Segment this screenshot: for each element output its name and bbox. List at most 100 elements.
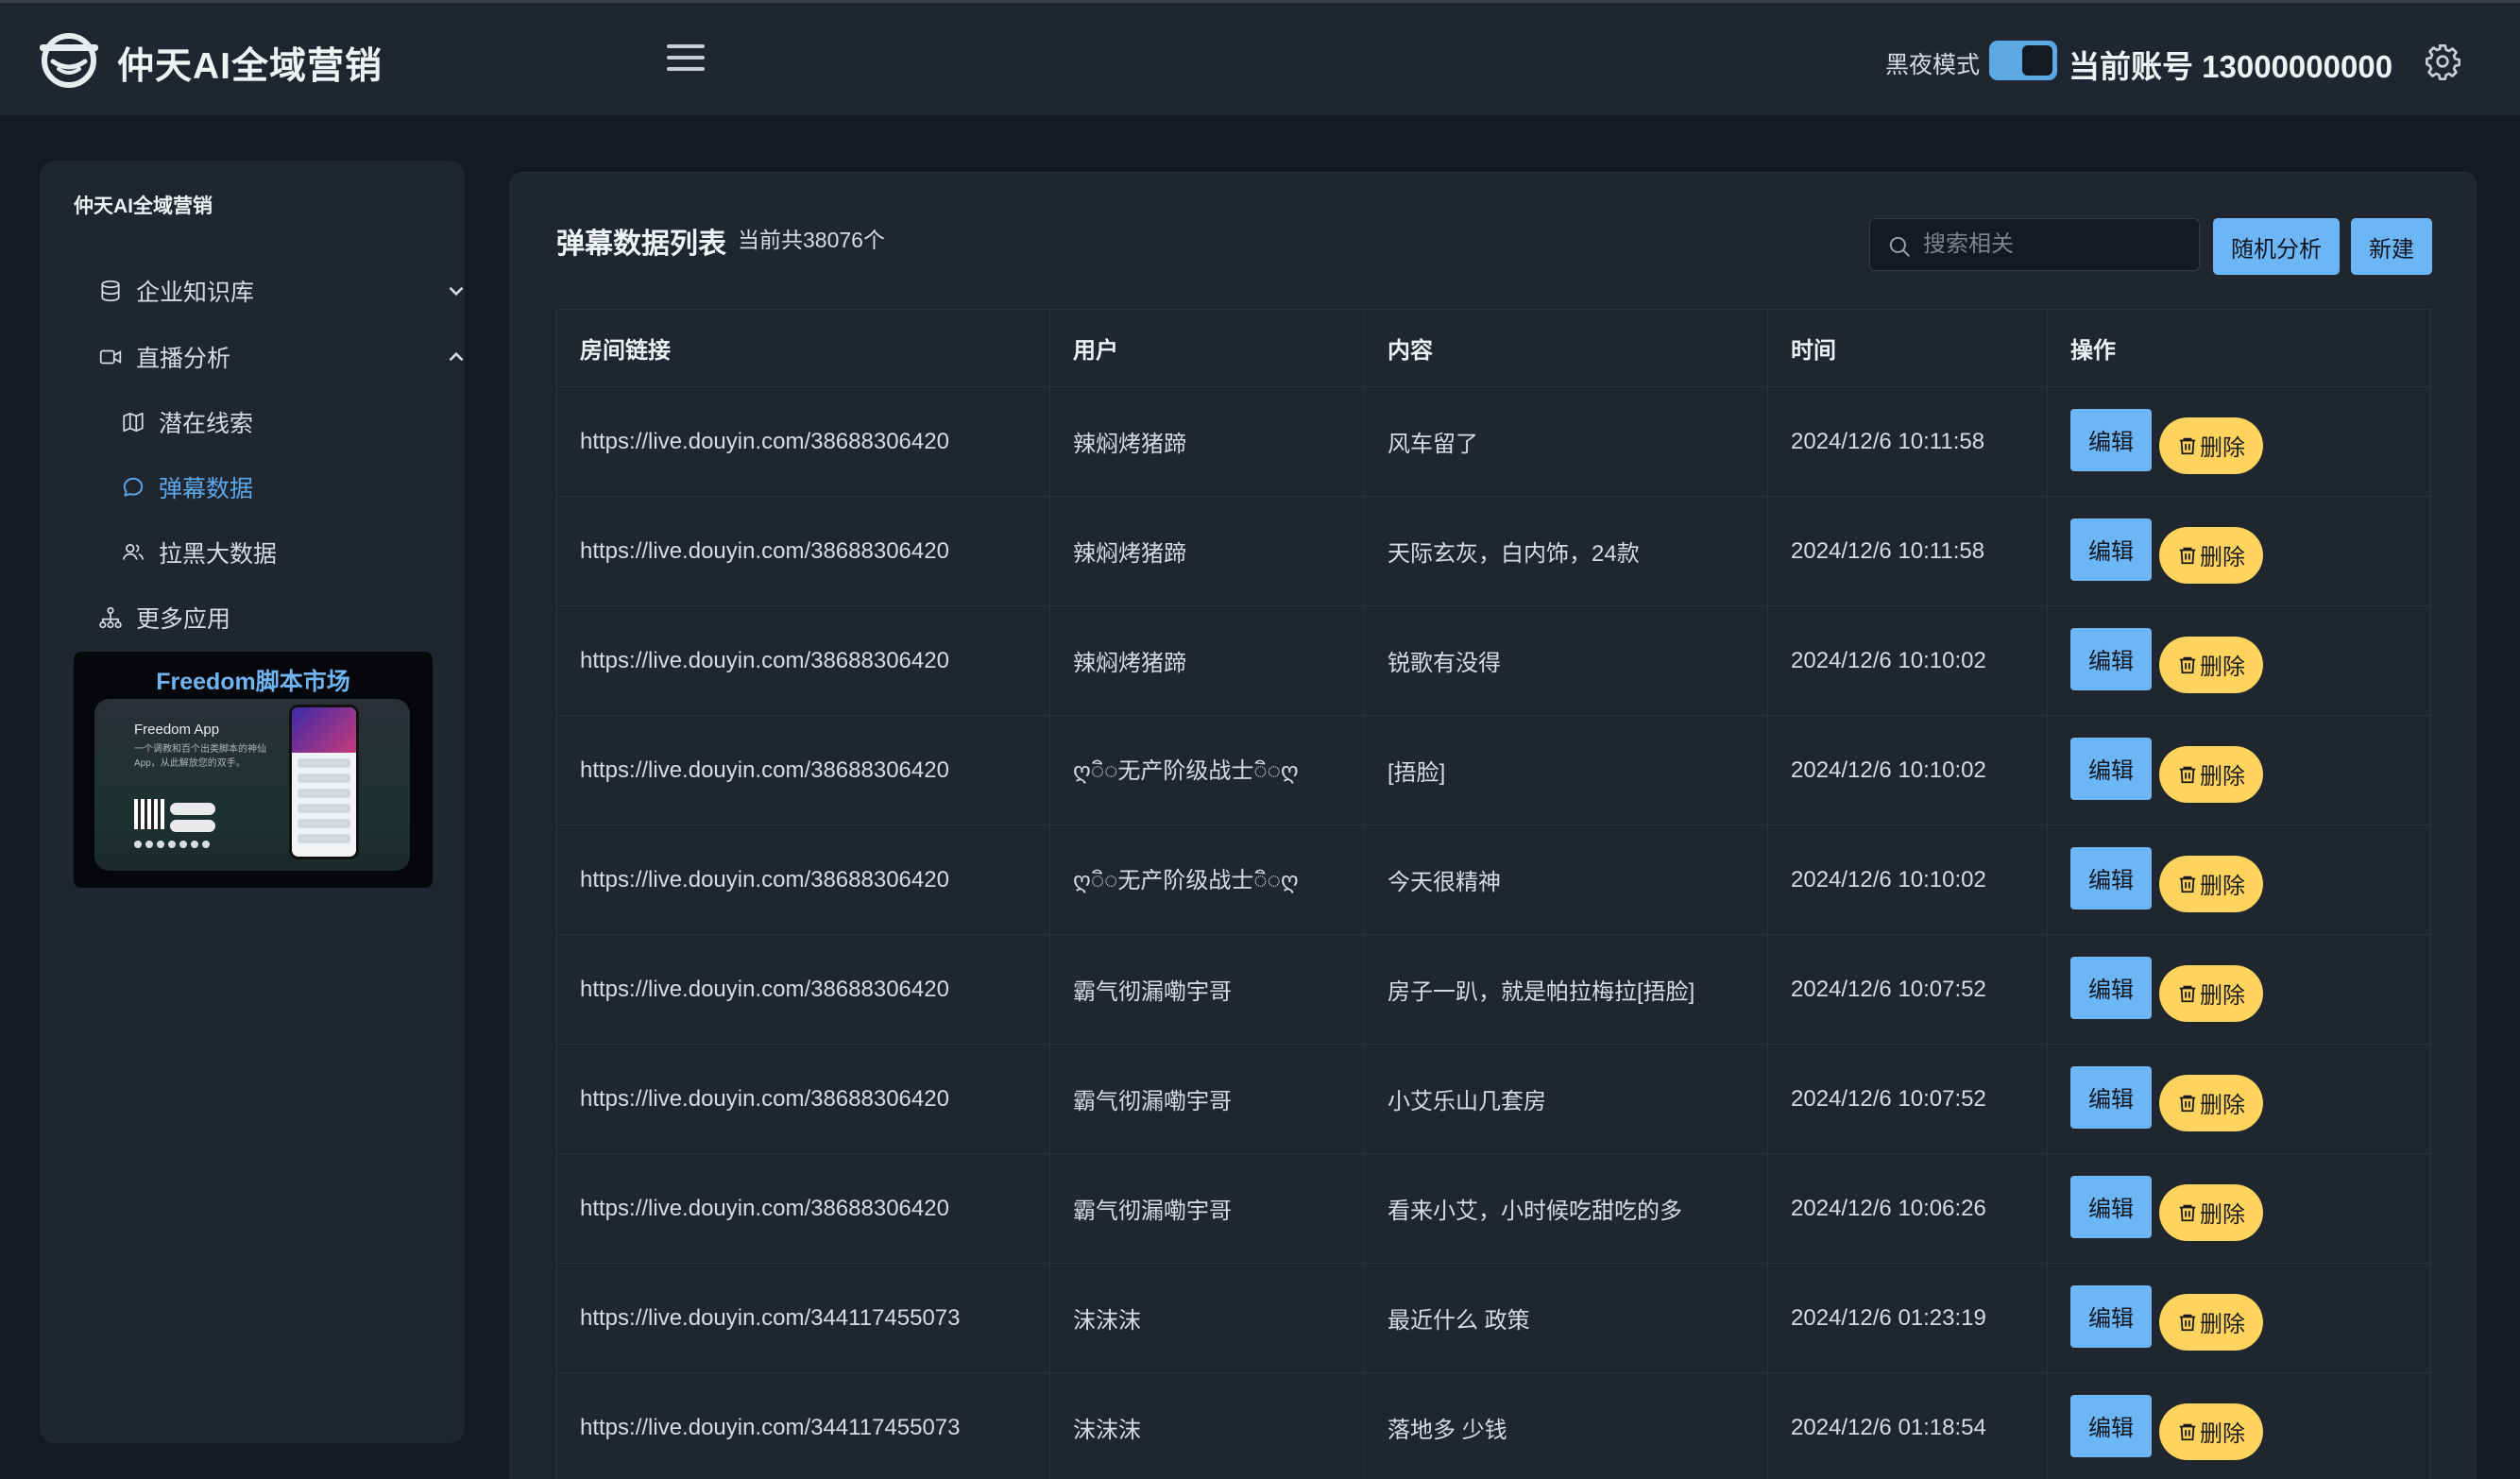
table-row: https://live.douyin.com/38688306420 辣焖烤猪蹄…	[556, 605, 2431, 716]
table-row: https://live.douyin.com/38688306420 ღ◌ิ◌无…	[556, 824, 2431, 935]
room-link-cell: https://live.douyin.com/38688306420	[556, 1153, 1050, 1264]
sidebar-item-knowledge-base[interactable]: 企业知识库	[98, 264, 464, 317]
edit-button[interactable]: 编辑	[2070, 1284, 2152, 1348]
user-cell: 辣焖烤猪蹄	[1049, 496, 1365, 606]
room-link-cell: https://live.douyin.com/38688306420	[556, 386, 1050, 497]
promo-app-name: Freedom App	[134, 722, 220, 738]
user-cell: 辣焖烤猪蹄	[1049, 386, 1365, 497]
delete-button[interactable]: 删除	[2159, 745, 2263, 803]
video-icon	[99, 349, 122, 365]
delete-button[interactable]: 删除	[2159, 636, 2263, 693]
sidebar-item-label: 拉黑大数据	[159, 541, 278, 568]
content-cell: 落地多 少钱	[1364, 1372, 1768, 1479]
trash-icon	[2179, 1423, 2196, 1440]
trash-icon	[2179, 1095, 2196, 1112]
table-row: https://live.douyin.com/344117455073 沫沫沫最…	[556, 1263, 2431, 1373]
delete-button[interactable]: 删除	[2159, 1293, 2263, 1351]
edit-button[interactable]: 编辑	[2070, 408, 2152, 471]
app-title: 仲天AI全域营销	[117, 46, 383, 87]
time-cell: 2024/12/6 10:10:02	[1767, 715, 2048, 825]
room-link-cell: https://live.douyin.com/38688306420	[556, 496, 1050, 606]
delete-label: 删除	[2200, 874, 2245, 899]
sidebar: 仲天AI全域营销 企业知识库 直播分析 潜在线索 弹幕数据 拉黑大数据 更多应用…	[40, 161, 465, 1443]
actions-cell: 编辑 删除	[2047, 1153, 2431, 1264]
delete-button[interactable]: 删除	[2159, 416, 2263, 474]
edit-button[interactable]: 编辑	[2070, 846, 2152, 910]
column-header: 内容	[1364, 309, 1768, 387]
chevron-up-icon	[449, 351, 464, 362]
actions-cell: 编辑 删除	[2047, 1044, 2431, 1154]
actions-cell: 编辑 删除	[2047, 386, 2431, 497]
room-link-cell: https://live.douyin.com/344117455073	[556, 1372, 1050, 1479]
page-title: 弹幕数据列表	[556, 229, 726, 260]
time-cell: 2024/12/6 10:07:52	[1767, 934, 2048, 1045]
logo-icon	[40, 33, 98, 88]
table-row: https://live.douyin.com/38688306420 辣焖烤猪蹄…	[556, 386, 2431, 497]
time-cell: 2024/12/6 10:11:58	[1767, 386, 2048, 497]
time-cell: 2024/12/6 10:11:58	[1767, 496, 2048, 606]
trash-icon	[2179, 985, 2196, 1002]
settings-gear-icon[interactable]	[2424, 42, 2461, 80]
delete-button[interactable]: 删除	[2159, 526, 2263, 584]
sidebar-item-potential-leads[interactable]: 潜在线索	[121, 396, 442, 449]
random-analysis-button[interactable]: 随机分析	[2213, 218, 2340, 275]
trash-icon	[2179, 437, 2196, 454]
search-icon	[1889, 236, 1910, 257]
room-link-cell: https://live.douyin.com/344117455073	[556, 1263, 1050, 1373]
delete-button[interactable]: 删除	[2159, 855, 2263, 912]
trash-icon	[2179, 547, 2196, 564]
new-button[interactable]: 新建	[2351, 218, 2432, 275]
content-cell: 今天很精神	[1364, 824, 1768, 935]
edit-button[interactable]: 编辑	[2070, 1175, 2152, 1238]
map-icon	[123, 412, 144, 433]
sidebar-item-blacklist-data[interactable]: 拉黑大数据	[121, 526, 442, 579]
edit-button[interactable]: 编辑	[2070, 956, 2152, 1019]
delete-label: 删除	[2200, 545, 2245, 570]
actions-cell: 编辑 删除	[2047, 715, 2431, 825]
column-header: 操作	[2047, 309, 2431, 387]
dark-mode-toggle[interactable]	[1989, 41, 2057, 80]
store-badge-icon	[170, 820, 215, 832]
sidebar-title: 仲天AI全域营销	[74, 196, 213, 217]
delete-label: 删除	[2200, 1202, 2245, 1228]
chevron-down-icon	[449, 286, 464, 297]
sidebar-item-danmaku-data[interactable]: 弹幕数据	[121, 461, 442, 514]
trash-icon	[2179, 876, 2196, 892]
delete-label: 删除	[2200, 1421, 2245, 1447]
sitemap-icon	[99, 606, 122, 629]
sidebar-item-label: 更多应用	[136, 606, 231, 633]
edit-button[interactable]: 编辑	[2070, 627, 2152, 690]
content-cell: 最近什么 政策	[1364, 1263, 1768, 1373]
sidebar-item-more-apps[interactable]: 更多应用	[98, 591, 457, 644]
content-cell: 锐歌有没得	[1364, 605, 1768, 716]
delete-button[interactable]: 删除	[2159, 1402, 2263, 1460]
delete-label: 删除	[2200, 435, 2245, 461]
delete-button[interactable]: 删除	[2159, 1074, 2263, 1131]
edit-button[interactable]: 编辑	[2070, 1065, 2152, 1129]
user-cell: 沫沫沫	[1049, 1372, 1365, 1479]
menu-toggle-icon[interactable]	[667, 44, 705, 75]
delete-button[interactable]: 删除	[2159, 964, 2263, 1022]
time-cell: 2024/12/6 10:10:02	[1767, 605, 2048, 716]
delete-label: 删除	[2200, 1093, 2245, 1118]
user-cell: 霸气彻漏嘞宇哥	[1049, 1044, 1365, 1154]
edit-button[interactable]: 编辑	[2070, 1394, 2152, 1457]
promo-subtitle: 一个调教和百个出类脚本的神仙App，从此解放您的双手。	[134, 744, 266, 769]
dark-mode-label: 黑夜模式	[1885, 52, 1981, 78]
sidebar-item-label: 潜在线索	[159, 411, 254, 437]
top-header: 仲天AI全域营销 黑夜模式 当前账号 13000000000	[0, 0, 2520, 115]
search-input[interactable]	[1923, 231, 2199, 258]
edit-button[interactable]: 编辑	[2070, 518, 2152, 581]
delete-label: 删除	[2200, 764, 2245, 790]
sidebar-item-live-analysis[interactable]: 直播分析	[98, 331, 464, 383]
user-cell: 辣焖烤猪蹄	[1049, 605, 1365, 716]
edit-button[interactable]: 编辑	[2070, 737, 2152, 800]
content-cell: 看来小艾，小时候吃甜吃的多	[1364, 1153, 1768, 1264]
freedom-market-banner[interactable]: Freedom脚本市场 Freedom App 一个调教和百个出类脚本的神仙Ap…	[74, 652, 433, 888]
room-link-cell: https://live.douyin.com/38688306420	[556, 715, 1050, 825]
table-row: https://live.douyin.com/38688306420 霸气彻漏嘞…	[556, 934, 2431, 1045]
delete-button[interactable]: 删除	[2159, 1183, 2263, 1241]
main-panel: 弹幕数据列表 当前共38076个 随机分析 新建 房间链接 用户 内容 时间 操…	[510, 172, 2477, 1479]
time-cell: 2024/12/6 10:07:52	[1767, 1044, 2048, 1154]
search-box[interactable]	[1869, 218, 2200, 271]
